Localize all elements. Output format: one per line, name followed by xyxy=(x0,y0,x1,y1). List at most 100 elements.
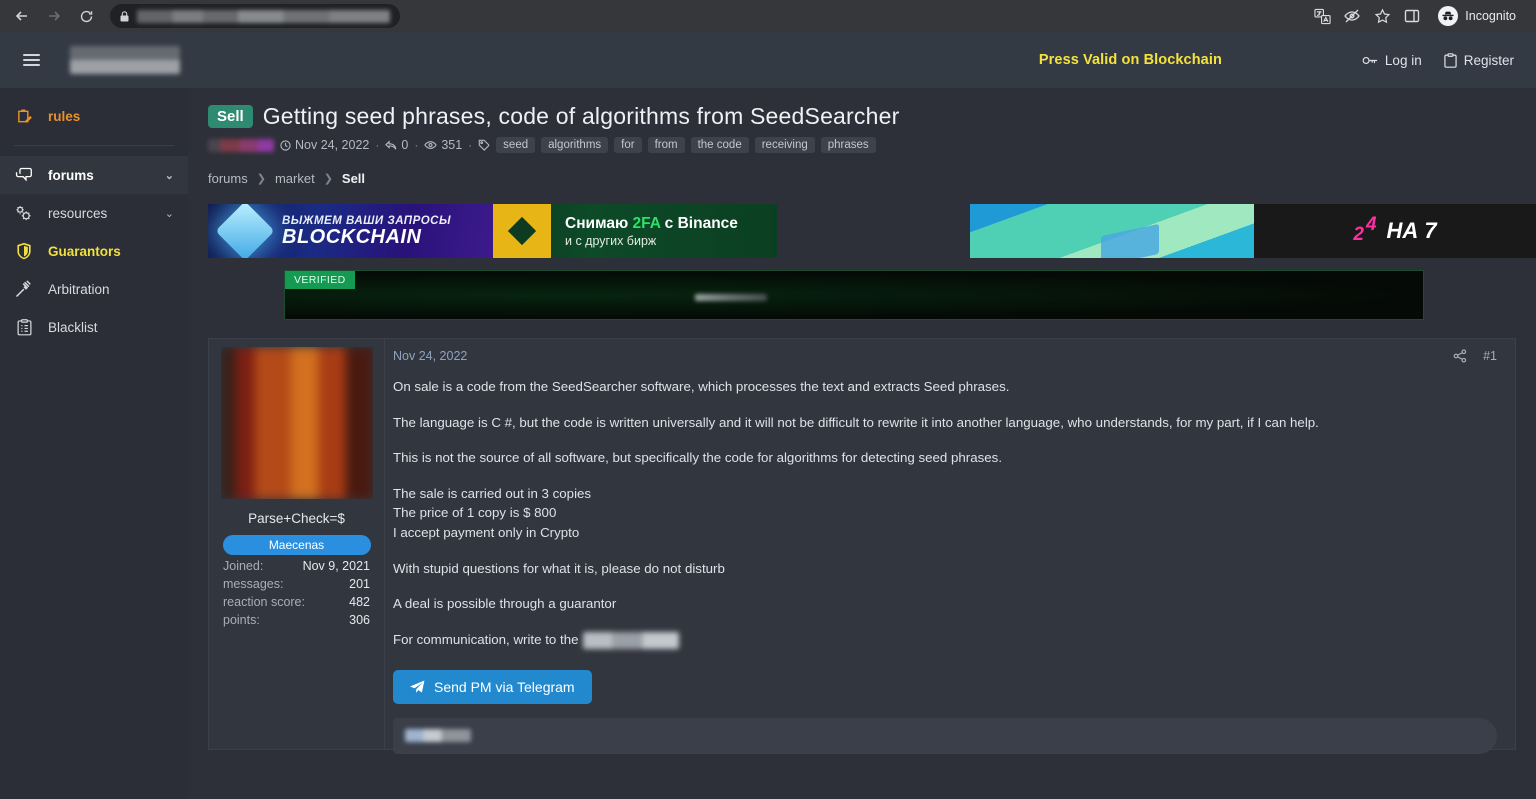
author-stat-messages: messages: 201 xyxy=(217,573,376,591)
avatar[interactable] xyxy=(220,347,373,499)
address-bar[interactable] xyxy=(110,4,400,28)
ad-banner-binance[interactable]: Снимаю 2FA с Binance и с других бирж xyxy=(493,204,777,258)
author-stat-points: points: 306 xyxy=(217,609,376,627)
sidebar-item-arbitration[interactable]: Arbitration xyxy=(0,270,188,308)
forward-arrow-icon xyxy=(46,8,62,24)
translate-button[interactable] xyxy=(1308,2,1336,30)
site-logo-redacted[interactable] xyxy=(70,46,180,74)
breadcrumb-item-sell[interactable]: Sell xyxy=(342,171,365,186)
post-container: Parse+Check=$ Maecenas Joined: Nov 9, 20… xyxy=(208,338,1516,754)
blockchain-diamond-icon xyxy=(215,204,275,258)
author-username[interactable]: Parse+Check=$ xyxy=(217,511,376,526)
profile-chip[interactable]: Incognito xyxy=(1434,3,1528,29)
post-paragraph: On sale is a code from the SeedSearcher … xyxy=(393,379,1010,394)
register-button[interactable]: Register xyxy=(1444,53,1514,68)
post-guarantor-line: A deal is possible through a guarantor xyxy=(393,596,617,612)
ad-number-4: 4 xyxy=(1365,214,1377,235)
stat-key: points: xyxy=(223,613,260,627)
chevron-down-icon[interactable]: ⌄ xyxy=(165,169,174,182)
status-badge: VERIFIED xyxy=(285,271,355,289)
thread-replies: 0 xyxy=(385,138,408,152)
sidebar-item-label: forums xyxy=(48,167,94,183)
avatar-image-redacted xyxy=(220,347,373,499)
post-signature-box[interactable] xyxy=(393,717,1497,754)
post-paragraph: This is not the source of all software, … xyxy=(393,450,1003,466)
post-number[interactable]: #1 xyxy=(1483,349,1497,363)
sidebar-item-guarantors[interactable]: Guarantors xyxy=(0,232,188,270)
thread-type-badge: Sell xyxy=(208,104,253,129)
stat-key: messages: xyxy=(223,577,284,591)
login-button[interactable]: Log in xyxy=(1362,53,1422,68)
stat-value: 201 xyxy=(349,577,370,591)
stat-key: Joined: xyxy=(223,559,264,573)
ad-banner-247[interactable]: 2 4 НА 7 xyxy=(970,204,1536,258)
list-clipboard-icon xyxy=(14,318,34,336)
thread-tag[interactable]: receiving xyxy=(754,137,815,153)
clock-icon xyxy=(280,139,291,151)
send-pm-telegram-button[interactable]: Send PM via Telegram xyxy=(393,669,592,704)
url-text-redacted xyxy=(137,9,390,23)
sidebar-item-rules[interactable]: rules xyxy=(0,97,188,135)
thread-views-count: 351 xyxy=(441,138,463,152)
ad-banner-verified-text-redacted xyxy=(695,294,767,301)
ad-banner-row: ВЫЖМЕМ ВАШИ ЗАПРОСЫ BLOCKCHAIN Снимаю 2F… xyxy=(188,204,1536,258)
meta-separator: · xyxy=(375,138,380,152)
forward-button[interactable] xyxy=(40,2,68,30)
bookmark-button[interactable] xyxy=(1368,2,1396,30)
back-button[interactable] xyxy=(8,2,36,30)
post-message: On sale is a code from the SeedSearcher … xyxy=(393,379,1497,754)
ad-banner-verified[interactable]: VERIFIED xyxy=(284,270,1424,320)
post-contact-line: For communication, write to the xyxy=(393,631,1497,649)
chevron-down-icon[interactable]: ⌄ xyxy=(165,207,174,220)
thread-tag[interactable]: for xyxy=(614,137,642,153)
sidebar-item-label: rules xyxy=(48,108,81,124)
ad-banner-blockchain[interactable]: ВЫЖМЕМ ВАШИ ЗАПРОСЫ BLOCKCHAIN xyxy=(208,204,493,258)
breadcrumb-item-market[interactable]: market xyxy=(275,171,315,186)
breadcrumb-item-forums[interactable]: forums xyxy=(208,171,248,186)
thread-tag[interactable]: seed xyxy=(496,137,536,153)
post-note: With stupid questions for what it is, pl… xyxy=(393,560,725,576)
thread-date: Nov 24, 2022 xyxy=(280,138,369,152)
header-promo[interactable]: Press Valid on Blockchain xyxy=(1039,52,1222,68)
post-paragraph: The language is C #, but the code is wri… xyxy=(393,414,1319,430)
post-date[interactable]: Nov 24, 2022 xyxy=(393,349,467,363)
sidebar-item-resources[interactable]: resources ⌄ xyxy=(0,194,188,232)
star-icon xyxy=(1374,7,1391,25)
hide-button[interactable] xyxy=(1338,2,1366,30)
register-label: Register xyxy=(1463,52,1514,68)
thread-tag[interactable]: algorithms xyxy=(541,137,609,153)
send-pm-telegram-label: Send PM via Telegram xyxy=(434,678,575,695)
login-label: Log in xyxy=(1384,52,1422,68)
incognito-avatar-icon xyxy=(1438,6,1459,26)
contact-handle-redacted xyxy=(582,631,679,649)
thread-author-redacted[interactable] xyxy=(208,138,274,152)
header-auth-links: Log in Register xyxy=(1362,53,1514,68)
main-content: Sell Getting seed phrases, code of algor… xyxy=(188,89,1536,799)
share-icon[interactable] xyxy=(1453,349,1467,363)
thread-tag[interactable]: from xyxy=(647,137,685,153)
breadcrumb-separator: ❯ xyxy=(323,173,333,185)
side-panel-button[interactable] xyxy=(1398,2,1426,30)
sidebar-item-forums[interactable]: forums ⌄ xyxy=(0,156,188,194)
breadcrumb: forums ❯ market ❯ Sell xyxy=(188,153,1536,186)
side-panel-icon xyxy=(1404,8,1420,24)
thread-date-text: Nov 24, 2022 xyxy=(295,138,370,152)
reload-button[interactable] xyxy=(72,2,100,30)
shield-icon xyxy=(14,242,34,260)
clipboard-icon xyxy=(1444,52,1457,68)
ad-line-1-a: Снимаю xyxy=(565,214,633,232)
stat-value: Nov 9, 2021 xyxy=(302,559,370,573)
ad-line-1-b: 2FA xyxy=(632,214,661,232)
sidebar-item-blacklist[interactable]: Blacklist xyxy=(0,308,188,346)
thread-tag[interactable]: phrases xyxy=(820,137,876,153)
binance-logo-icon xyxy=(493,204,551,258)
sidebar-item-label: Blacklist xyxy=(48,319,98,335)
key-icon xyxy=(1362,54,1378,67)
thread-tag[interactable]: the code xyxy=(690,137,749,153)
comments-icon xyxy=(14,167,34,184)
ad-banner-247-text: 2 4 НА 7 xyxy=(1254,204,1536,258)
site-header: Press Valid on Blockchain Log in Registe… xyxy=(0,32,1536,89)
hamburger-menu-icon[interactable] xyxy=(14,43,48,77)
post-contact-prefix: For communication, write to the xyxy=(393,631,579,647)
thread-title-row: Sell Getting seed phrases, code of algor… xyxy=(188,103,1536,130)
